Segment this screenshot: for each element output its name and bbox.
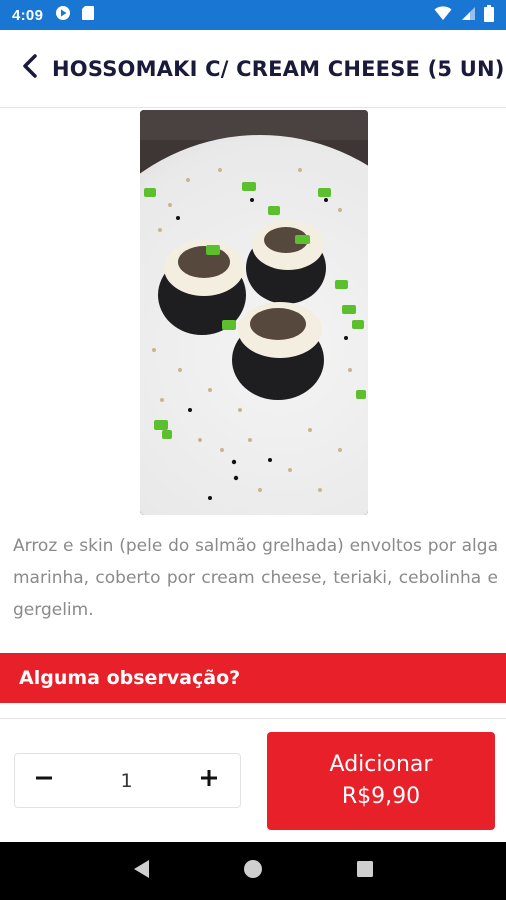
- increment-button[interactable]: [196, 768, 222, 794]
- quantity-value: 1: [120, 769, 133, 792]
- minus-icon: [35, 769, 53, 792]
- observation-toggle[interactable]: Alguma observação?: [0, 653, 506, 703]
- decrement-button[interactable]: [31, 768, 57, 794]
- add-button-label: Adicionar: [329, 752, 433, 777]
- wifi-icon: [434, 5, 452, 25]
- signal-icon: [460, 6, 476, 25]
- play-protect-icon: [55, 5, 71, 25]
- page-title: HOSSOMAKI C/ CREAM CHEESE (5 UN): [52, 56, 505, 81]
- chevron-left-icon: [22, 54, 38, 83]
- square-recents-icon: [356, 860, 374, 883]
- product-description: Arroz e skin (pele do salmão grelhada) e…: [13, 536, 498, 620]
- add-button-price: R$9,90: [341, 784, 421, 809]
- status-bar: 4:09: [0, 0, 506, 30]
- circle-home-icon: [243, 859, 263, 884]
- nav-back-button[interactable]: [126, 856, 156, 886]
- plus-icon: [199, 768, 219, 793]
- sd-card-icon: [81, 5, 95, 25]
- quantity-stepper: 1: [14, 753, 241, 808]
- battery-icon: [484, 4, 494, 26]
- nav-home-button[interactable]: [238, 856, 268, 886]
- product-image: [140, 110, 368, 515]
- triangle-back-icon: [131, 858, 151, 885]
- nav-recents-button[interactable]: [350, 856, 380, 886]
- observation-label: Alguma observação?: [19, 667, 241, 689]
- add-to-cart-button[interactable]: Adicionar R$9,90: [267, 732, 495, 830]
- status-time: 4:09: [12, 6, 44, 24]
- divider: [0, 718, 506, 719]
- back-button[interactable]: [18, 54, 42, 84]
- app-header: HOSSOMAKI C/ CREAM CHEESE (5 UN): [0, 30, 506, 108]
- system-navigation-bar: [0, 842, 506, 900]
